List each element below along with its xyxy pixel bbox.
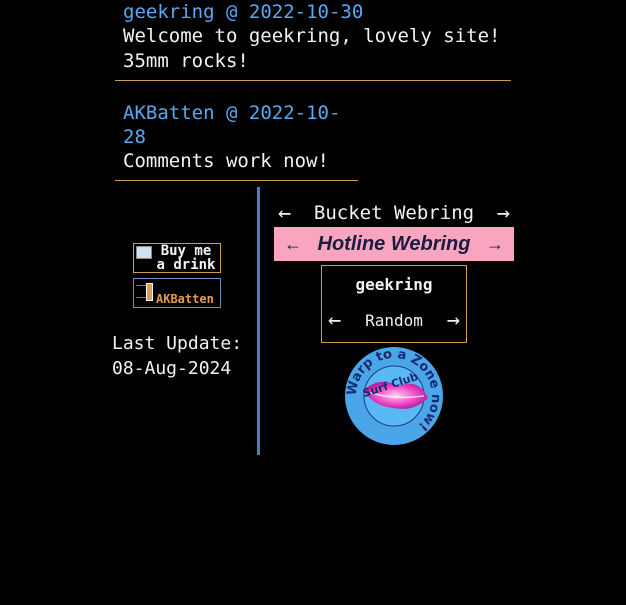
comment: geekring @ 2022-10-30 Welcome to geekrin… <box>115 0 511 81</box>
bucket-webring: ← Bucket Webring → <box>274 198 514 228</box>
badge-text: AKBatten <box>156 292 214 306</box>
geekring-next-link[interactable]: → <box>447 308 460 333</box>
drink-icon <box>136 246 152 259</box>
comment-text: Welcome to geekring, lovely site! 35mm r… <box>123 25 501 72</box>
badge-column: Buy me a drink AKBatten <box>133 243 221 313</box>
comment-date: 2022-10-30 <box>248 1 364 23</box>
hotline-webring: ← Hotline Webring → <box>274 227 514 261</box>
hotline-prev-link[interactable]: ← <box>274 234 312 255</box>
last-update: Last Update: 08-Aug-2024 <box>112 331 242 381</box>
last-update-label: Last Update: <box>112 333 243 354</box>
hotline-next-link[interactable]: → <box>476 234 514 255</box>
akbatten-badge[interactable]: AKBatten <box>133 278 221 308</box>
comment-separator: @ <box>225 102 238 124</box>
comment-divider <box>115 180 358 181</box>
bucket-prev-link[interactable]: ← <box>274 201 295 226</box>
buy-me-a-drink-badge[interactable]: Buy me a drink <box>133 243 221 273</box>
bucket-webring-title[interactable]: Bucket Webring <box>314 202 474 224</box>
column-divider <box>257 187 260 455</box>
comment-meta: AKBatten @ 2022-10-28 <box>115 101 358 149</box>
comment-separator: @ <box>225 1 238 23</box>
geekring-random-link[interactable]: Random <box>365 311 423 330</box>
hotline-webring-title[interactable]: Hotline Webring <box>318 233 471 256</box>
comment-author-link[interactable]: AKBatten <box>123 102 215 124</box>
comment-meta: geekring @ 2022-10-30 <box>115 0 511 24</box>
geekring-prev-link[interactable]: ← <box>328 308 341 333</box>
page: geekring @ 2022-10-30 Welcome to geekrin… <box>0 0 626 605</box>
chip-icon <box>146 283 153 301</box>
last-update-date: 08-Aug-2024 <box>112 358 232 379</box>
circuit-icon <box>136 297 146 298</box>
geekring-widget: geekring ← Random → <box>321 265 467 343</box>
geekring-title[interactable]: geekring <box>322 275 466 294</box>
badge-text: Buy me a drink <box>152 244 220 272</box>
badge-line: a drink <box>156 257 216 273</box>
surf-club-badge[interactable]: Warp to a Zone now! Surf Club <box>344 346 444 446</box>
geekring-nav: ← Random → <box>322 308 466 333</box>
comment: AKBatten @ 2022-10-28 Comments work now! <box>115 101 358 181</box>
bucket-next-link[interactable]: → <box>493 201 514 226</box>
surf-club-logo-icon: Warp to a Zone now! Surf Club <box>345 347 443 445</box>
comment-author-link[interactable]: geekring <box>123 1 215 23</box>
comment-divider <box>115 80 511 81</box>
comment-text: Comments work now! <box>123 150 329 172</box>
circuit-icon <box>136 285 146 286</box>
